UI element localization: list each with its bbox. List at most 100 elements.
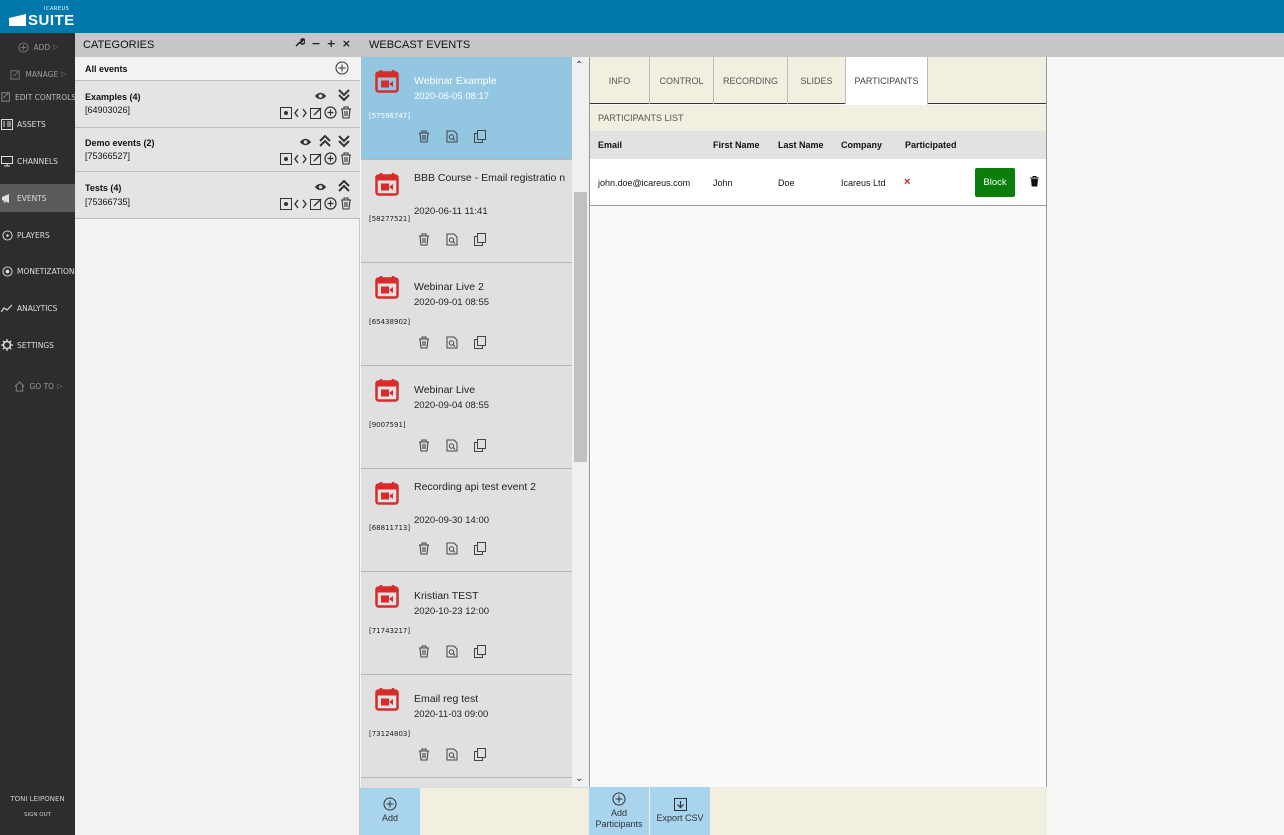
sidebar-item-settings[interactable]: SETTINGS [0,331,75,359]
add-event-button[interactable]: Add [360,788,420,835]
category-row[interactable]: Tests (4) [75366735] [75,172,360,219]
copy-icon[interactable] [474,233,486,249]
trash-icon[interactable] [418,233,430,249]
add-category-icon[interactable] [335,61,349,78]
image-icon[interactable] [279,197,292,210]
assets-icon [1,118,13,130]
category-all-events[interactable]: All events [75,57,360,81]
eye-icon[interactable] [314,89,327,102]
app-logo[interactable]: ICAREUS SUITE [8,5,78,29]
edit-icon [9,68,21,80]
sidebar-item-channels[interactable]: CHANNELS [0,147,75,175]
trash-icon[interactable] [418,748,430,764]
trash-icon[interactable] [339,152,352,165]
home-icon [14,380,26,392]
chevron-double-up-icon[interactable] [337,180,350,193]
copy-icon[interactable] [474,645,486,661]
preview-icon[interactable] [446,645,458,661]
add-circle-icon[interactable] [324,152,337,165]
sidebar-goto[interactable]: GO TO ▷ [0,372,75,400]
wrench-icon[interactable] [295,37,306,50]
sidebar-item-players-label: PLAYERS [17,230,50,240]
copy-icon[interactable] [474,336,486,352]
trash-icon[interactable] [418,645,430,661]
sidebar-item-monetization-label: MONETIZATION [17,266,75,276]
add-participants-button[interactable]: Add Participants [589,787,649,835]
eye-icon[interactable] [299,135,312,148]
scroll-up-icon[interactable]: ⌃ [575,60,583,71]
edit-icon[interactable] [309,106,322,119]
trash-icon[interactable] [418,542,430,558]
sidebar-item-assets[interactable]: ASSETS [0,110,75,138]
embed-code-icon[interactable] [294,197,307,210]
export-csv-label: Export CSV [656,813,704,823]
delete-participant-icon[interactable] [1030,176,1039,189]
expand-icon[interactable]: + [327,37,336,50]
preview-icon[interactable] [446,439,458,455]
download-icon [673,798,687,811]
sign-out-link[interactable]: SIGN OUT [0,812,75,818]
sidebar-item-events[interactable]: EVENTS [0,184,75,212]
preview-icon[interactable] [446,542,458,558]
edit-icon[interactable] [309,197,322,210]
preview-icon[interactable] [446,336,458,352]
scroll-down-icon[interactable]: ⌄ [575,773,583,784]
tab-recording[interactable]: RECORDING [714,57,788,104]
export-csv-button[interactable]: Export CSV [650,787,710,835]
not-participated-icon: × [904,176,911,188]
scrollbar-thumb[interactable] [574,192,587,462]
chevron-double-up-icon[interactable] [318,135,331,148]
collapse-icon[interactable]: − [311,37,320,50]
eye-icon[interactable] [314,180,327,193]
image-icon[interactable] [279,152,292,165]
sidebar-item-analytics[interactable]: ANALYTICS [0,294,75,322]
category-row[interactable]: Demo events (2) [75366527] [75,128,360,172]
preview-icon[interactable] [446,233,458,249]
event-card[interactable]: Webinar Example 2020-06-05 08:17 [57596747… [361,57,572,160]
sidebar-item-players[interactable]: PLAYERS [0,221,75,249]
chevron-double-down-icon[interactable] [337,89,350,102]
event-card[interactable]: Webinar Live 2 2020-09-01 08:55 [65438902] [361,263,572,366]
category-row[interactable]: Examples (4) [64903026] [75,81,360,128]
category-name: Demo events (2) [85,138,155,148]
copy-icon[interactable] [474,439,486,455]
events-scrollbar[interactable]: ⌃ ⌄ [572,57,589,787]
event-card[interactable]: Email reg test 2020-11-03 09:00 [73124803] [361,675,572,778]
copy-icon[interactable] [474,130,486,146]
embed-code-icon[interactable] [294,106,307,119]
edit-icon[interactable] [309,152,322,165]
sidebar-add[interactable]: ADD ▷ [0,33,75,61]
tab-info[interactable]: INFO [590,57,650,104]
trash-icon[interactable] [418,336,430,352]
preview-icon[interactable] [446,130,458,146]
sidebar-item-monetization[interactable]: MONETIZATION [0,257,75,285]
category-name: Examples (4) [85,92,141,102]
sidebar-edit-controls[interactable]: EDIT CONTROLS [0,83,76,111]
monetization-icon [1,265,13,277]
block-button[interactable]: Block [975,168,1015,197]
event-card[interactable]: Kristian TEST 2020-10-23 12:00 [71743217] [361,572,572,675]
copy-icon[interactable] [474,748,486,764]
event-card[interactable]: BBB Course - Email registratio n 2020-06-… [361,160,572,263]
add-circle-icon[interactable] [324,197,337,210]
tab-participants[interactable]: PARTICIPANTS [846,57,928,105]
trash-icon[interactable] [418,130,430,146]
embed-code-icon[interactable] [294,152,307,165]
add-circle-icon[interactable] [324,106,337,119]
tab-slides[interactable]: SLIDES [788,57,846,104]
chevron-double-down-icon[interactable] [337,135,350,148]
copy-icon[interactable] [474,542,486,558]
event-card[interactable]: Recording api test event 2 2020-09-30 14:… [361,469,572,572]
preview-icon[interactable] [446,748,458,764]
category-top-icons [314,180,350,193]
arrow-right-icon: ▷ [53,43,59,51]
trash-icon[interactable] [418,439,430,455]
tab-control[interactable]: CONTROL [650,57,714,104]
image-icon[interactable] [279,106,292,119]
trash-icon[interactable] [339,197,352,210]
event-date: 2020-09-01 08:55 [414,297,490,308]
close-icon[interactable]: × [342,37,351,50]
trash-icon[interactable] [339,106,352,119]
event-card[interactable]: Webinar Live 2020-09-04 08:55 [9007591] [361,366,572,469]
calendar-video-icon [375,69,399,96]
